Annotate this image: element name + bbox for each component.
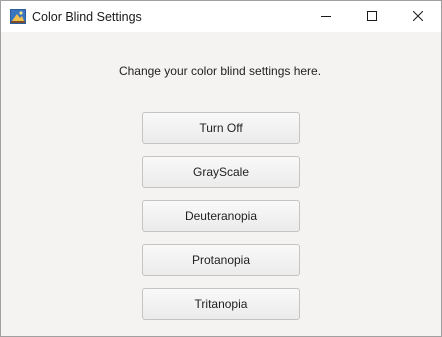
- tritanopia-button[interactable]: Tritanopia: [142, 288, 300, 320]
- close-button[interactable]: [395, 1, 441, 32]
- protanopia-button[interactable]: Protanopia: [142, 244, 300, 276]
- title-bar[interactable]: Color Blind Settings: [1, 1, 441, 32]
- grayscale-button[interactable]: GrayScale: [142, 156, 300, 188]
- settings-prompt: Change your color blind settings here.: [118, 64, 322, 78]
- minimize-button[interactable]: [303, 1, 349, 32]
- turn-off-button[interactable]: Turn Off: [142, 112, 300, 144]
- settings-window: Color Blind Settings Change your color b…: [0, 0, 442, 337]
- maximize-icon: [367, 8, 377, 26]
- window-title: Color Blind Settings: [32, 10, 142, 24]
- app-icon: [10, 9, 26, 24]
- content-area: Change your color blind settings here. T…: [1, 32, 441, 336]
- maximize-button[interactable]: [349, 1, 395, 32]
- deuteranopia-button[interactable]: Deuteranopia: [142, 200, 300, 232]
- minimize-icon: [321, 8, 331, 26]
- close-icon: [412, 8, 424, 26]
